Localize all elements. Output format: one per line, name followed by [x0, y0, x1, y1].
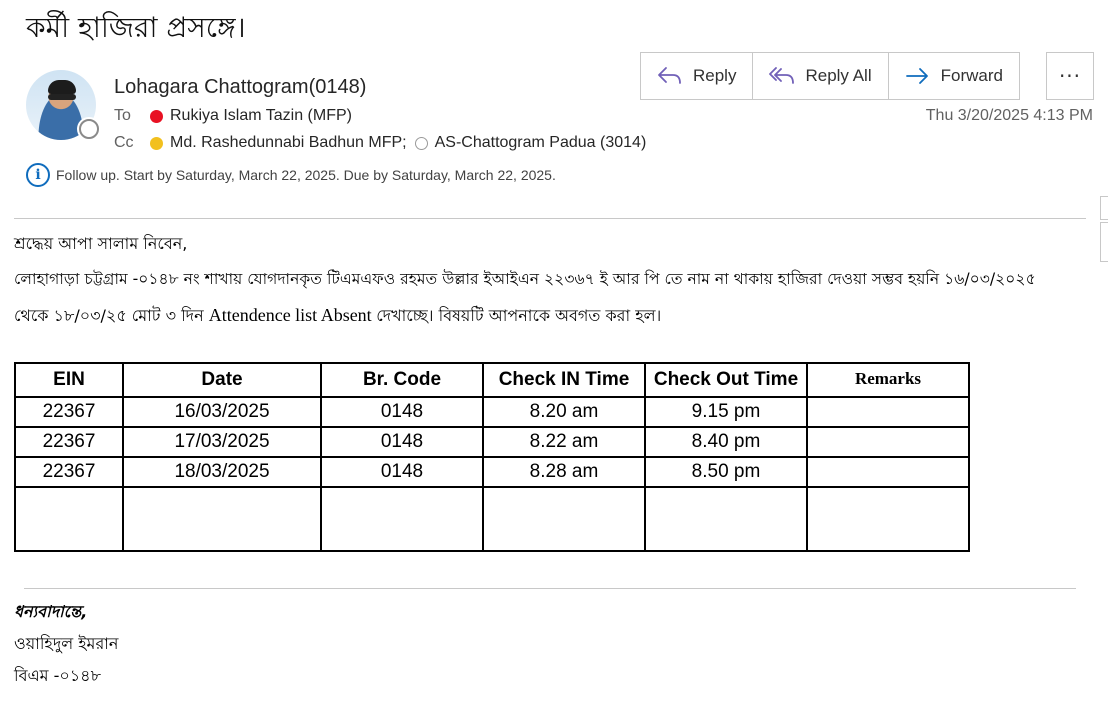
table-row: 22367 17/03/2025 0148 8.22 am 8.40 pm [14, 426, 970, 458]
body-greeting: শ্রদ্ধেয় আপা সালাম নিবেন, [14, 234, 188, 253]
reply-all-icon [769, 67, 795, 84]
forward-label: Forward [940, 66, 1003, 85]
to-recipients: Rukiya Islam Tazin (MFP) [150, 107, 352, 125]
presence-away-icon [150, 136, 163, 150]
info-icon: i [26, 163, 50, 187]
reply-all-button[interactable]: Reply All [753, 53, 889, 99]
header-divider [14, 218, 1086, 219]
followup-text: Follow up. Start by Saturday, March 22, … [56, 167, 556, 183]
followup-banner: i Follow up. Start by Saturday, March 22… [26, 163, 556, 187]
signature-title: বিএম -০১৪৮ [14, 666, 101, 685]
signature-thanks: ধন্যবাদান্তে, [14, 602, 88, 621]
cell-br-code: 0148 [320, 426, 484, 458]
cell-ein [14, 486, 124, 552]
to-label: To [114, 107, 131, 124]
col-header-br-code: Br. Code [320, 362, 484, 398]
col-header-ein: EIN [14, 362, 124, 398]
cell-date [122, 486, 322, 552]
forward-icon [905, 68, 928, 84]
cell-br-code: 0148 [320, 456, 484, 488]
reply-actions: Reply Reply All Forward [640, 52, 1020, 100]
cell-check-out: 8.50 pm [644, 456, 808, 488]
attendance-table: EIN Date Br. Code Check IN Time Check Ou… [14, 362, 970, 552]
cell-remarks [806, 396, 970, 428]
forward-button[interactable]: Forward [889, 53, 1019, 99]
body-line-1: লোহাগাড়া চট্টগ্রাম -০১৪৮ নং শাখায় যোগদ… [14, 270, 1036, 288]
table-header-row: EIN Date Br. Code Check IN Time Check Ou… [14, 362, 970, 398]
cell-remarks [806, 426, 970, 458]
sender-name[interactable]: Lohagara Chattogram(0148) [114, 76, 366, 99]
table-row: 22367 18/03/2025 0148 8.28 am 8.50 pm [14, 456, 970, 488]
reply-label: Reply [693, 66, 737, 85]
body-line-2: থেকে ১৮/০৩/২৫ মোট ৩ দিন Attendence list … [14, 303, 661, 330]
cc-recipients: Md. Rashedunnabi Badhun MFP; AS-Chattogr… [150, 134, 646, 152]
cell-check-in: 8.28 am [482, 456, 646, 488]
cell-remarks [806, 486, 970, 552]
more-actions-button[interactable]: ··· [1046, 52, 1094, 100]
body-line-2-start: থেকে ১৮/০৩/২৫ মোট ৩ দিন [14, 306, 209, 325]
cell-ein: 22367 [14, 396, 124, 428]
presence-unknown-icon [414, 136, 428, 150]
cell-check-out [644, 486, 808, 552]
cell-ein: 22367 [14, 456, 124, 488]
signature-name: ওয়াহিদুল ইমরান [14, 634, 119, 653]
recipient-cc-0[interactable]: Md. Rashedunnabi Badhun MFP; [170, 134, 407, 152]
avatar-hair [48, 80, 76, 94]
body-line-2-end: দেখাচ্ছে। বিষয়টি আপনাকে অবগত করা হল। [376, 306, 662, 325]
cell-date: 18/03/2025 [122, 456, 322, 488]
cell-check-out: 8.40 pm [644, 426, 808, 458]
reply-icon [658, 67, 681, 84]
col-header-check-in: Check IN Time [482, 362, 646, 398]
cell-date: 16/03/2025 [122, 396, 322, 428]
cell-check-in [482, 486, 646, 552]
reply-button[interactable]: Reply [641, 53, 754, 99]
cell-remarks [806, 456, 970, 488]
scrollbar-thumb[interactable] [1100, 222, 1108, 262]
cell-date: 17/03/2025 [122, 426, 322, 458]
scrollbar-arrow[interactable] [1100, 196, 1108, 220]
sent-date: Thu 3/20/2025 4:13 PM [925, 107, 1093, 124]
col-header-remarks: Remarks [806, 362, 970, 398]
avatar-glasses [48, 94, 76, 100]
recipient-cc-1[interactable]: AS-Chattogram Padua (3014) [435, 134, 647, 152]
cell-check-out: 9.15 pm [644, 396, 808, 428]
cell-ein: 22367 [14, 426, 124, 458]
cell-br-code: 0148 [320, 396, 484, 428]
cell-check-in: 8.22 am [482, 426, 646, 458]
body-line-2-latin: Attendence list Absent [208, 305, 377, 325]
signature-divider [24, 588, 1076, 589]
presence-status-icon [79, 119, 99, 139]
table-row: 22367 16/03/2025 0148 8.20 am 9.15 pm [14, 396, 970, 428]
cell-br-code [320, 486, 484, 552]
email-subject: কর্মী হাজিরা প্রসঙ্গে। [26, 11, 246, 44]
col-header-date: Date [122, 362, 322, 398]
recipient-to-0[interactable]: Rukiya Islam Tazin (MFP) [170, 107, 352, 125]
cc-label: Cc [114, 134, 134, 151]
presence-busy-icon [150, 109, 163, 123]
col-header-check-out: Check Out Time [644, 362, 808, 398]
reply-all-label: Reply All [805, 66, 872, 85]
table-row [14, 486, 970, 552]
cell-check-in: 8.20 am [482, 396, 646, 428]
